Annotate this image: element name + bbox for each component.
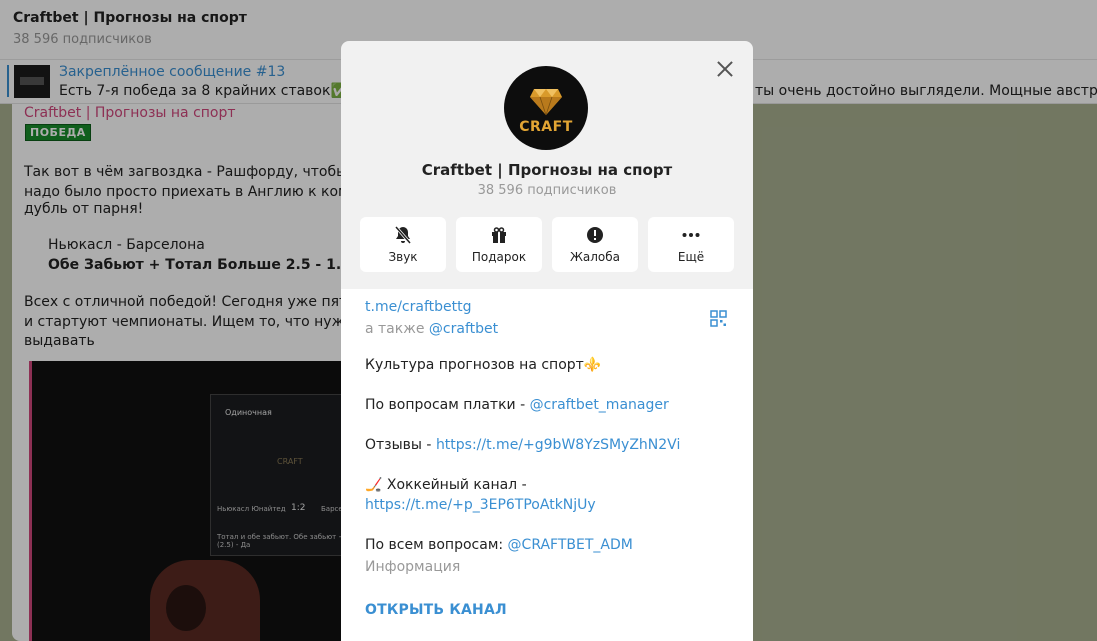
bell-muted-icon <box>394 226 412 244</box>
diamond-logo-icon <box>530 89 562 116</box>
gift-button-label: Подарок <box>471 250 527 264</box>
also-link[interactable]: @craftbet <box>429 321 498 337</box>
report-icon <box>587 227 603 243</box>
report-button[interactable]: Жалоба <box>552 217 638 272</box>
hockey-link[interactable]: https://t.me/+p_3EP6TPoAtkNjUy <box>365 497 596 513</box>
channel-info-modal: CRAFT Craftbet | Прогнозы на спорт 38 59… <box>341 41 753 641</box>
channel-link[interactable]: t.me/craftbettg <box>365 299 471 315</box>
hockey-label: 🏒 Хоккейный канал - <box>365 477 527 493</box>
gift-icon <box>492 227 506 243</box>
reviews-row: Отзывы - https://t.me/+g9bW8YzSMyZhN2Vi <box>365 437 680 453</box>
mute-button[interactable]: Звук <box>360 217 446 272</box>
report-button-label: Жалоба <box>569 250 621 264</box>
more-button[interactable]: Ещё <box>648 217 734 272</box>
contact-label: По всем вопросам: <box>365 537 504 553</box>
gift-button[interactable]: Подарок <box>456 217 542 272</box>
action-row: Звук Подарок Жалоба Ещё <box>360 217 734 272</box>
also-label: а также <box>365 321 425 337</box>
channel-name: Craftbet | Прогнозы на спорт <box>421 161 673 179</box>
contact-row: По всем вопросам: @CRAFTBET_ADM <box>365 537 633 553</box>
qr-code-icon[interactable] <box>710 310 727 327</box>
channel-description: Культура прогнозов на спорт⚜️ <box>365 357 602 373</box>
payments-link[interactable]: @craftbet_manager <box>530 397 669 413</box>
close-icon[interactable] <box>714 58 736 80</box>
payments-row: По вопросам платки - @craftbet_manager <box>365 397 669 413</box>
avatar-brand-text: CRAFT <box>519 119 573 135</box>
more-icon <box>682 233 700 237</box>
info-caption: Информация <box>365 559 461 575</box>
reviews-link[interactable]: https://t.me/+g9bW8YzSMyZhN2Vi <box>436 437 680 453</box>
channel-info-panel: t.me/craftbettg а также @craftbet Культу… <box>341 289 753 641</box>
contact-link[interactable]: @CRAFTBET_ADM <box>508 537 633 553</box>
mute-button-label: Звук <box>388 250 418 264</box>
also-row: а также @craftbet <box>365 321 498 337</box>
channel-subscribers: 38 596 подписчиков <box>477 183 617 198</box>
more-button-label: Ещё <box>677 250 705 264</box>
payments-label: По вопросам платки - <box>365 397 526 413</box>
channel-avatar[interactable]: CRAFT <box>504 66 588 150</box>
reviews-label: Отзывы - <box>365 437 432 453</box>
open-channel-button[interactable]: ОТКРЫТЬ КАНАЛ <box>365 602 507 618</box>
